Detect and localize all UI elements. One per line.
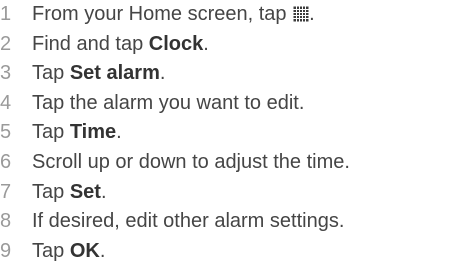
step-text: Scroll up or down to adjust the time. (32, 148, 350, 178)
step-number: 4 (0, 91, 12, 114)
step-number: 9 (0, 239, 12, 262)
step-number: 5 (0, 121, 12, 144)
step-text: If desired, edit other alarm settings. (32, 207, 344, 237)
apps-grid-icon (293, 6, 309, 22)
instruction-step-7: 7 Tap Set. (0, 178, 473, 208)
step-text: Tap Time. (32, 118, 122, 148)
step-text: Tap Set alarm. (32, 59, 165, 89)
step-text-after: . (203, 32, 209, 55)
step-text-after: . (116, 121, 122, 144)
step-emphasis: Clock (148, 32, 204, 55)
step-text-before: Scroll up or down to adjust the time. (32, 150, 350, 173)
step-number: 8 (0, 210, 12, 233)
step-emphasis: OK (69, 239, 100, 262)
instruction-steps: 1 From your Home screen, tap . 2 Find an… (0, 0, 473, 266)
step-text-before: Find and tap (32, 32, 149, 55)
step-text-before: Tap (32, 239, 70, 262)
step-text: Find and tap Clock. (32, 30, 209, 60)
step-text-before: Tap (32, 180, 70, 203)
step-number: 7 (0, 180, 12, 203)
instruction-step-1: 1 From your Home screen, tap . (0, 0, 473, 30)
step-emphasis: Time (69, 121, 117, 144)
instruction-step-2: 2 Find and tap Clock. (0, 30, 473, 60)
step-text-after: . (159, 62, 166, 85)
step-text-before: Tap (32, 121, 70, 144)
step-emphasis: Set alarm (69, 62, 160, 85)
step-text-after: . (100, 180, 107, 203)
step-number: 1 (0, 3, 12, 25)
step-text-before: Tap (32, 62, 70, 85)
step-text-after: . (309, 3, 315, 25)
step-text-after: . (99, 239, 106, 262)
instruction-step-3: 3 Tap Set alarm. (0, 59, 473, 89)
step-number: 6 (0, 150, 12, 173)
step-text-before: If desired, edit other alarm settings. (32, 210, 345, 233)
instruction-step-4: 4 Tap the alarm you want to edit. (0, 89, 473, 119)
step-text-before: From your Home screen, tap (32, 3, 293, 25)
step-text-before: Tap the alarm you want to edit. (32, 91, 305, 114)
step-text: Tap the alarm you want to edit. (32, 89, 304, 119)
instruction-step-6: 6 Scroll up or down to adjust the time. (0, 148, 473, 178)
step-number: 3 (0, 62, 12, 85)
step-number: 2 (0, 32, 12, 55)
step-text: Tap Set. (32, 178, 107, 208)
step-text: From your Home screen, tap . (32, 0, 315, 30)
step-text: Tap OK. (32, 237, 105, 267)
instruction-step-9: 9 Tap OK. (0, 237, 473, 267)
instruction-step-8: 8 If desired, edit other alarm settings. (0, 207, 473, 237)
instruction-step-5: 5 Tap Time. (0, 118, 473, 148)
step-emphasis: Set (69, 180, 101, 203)
